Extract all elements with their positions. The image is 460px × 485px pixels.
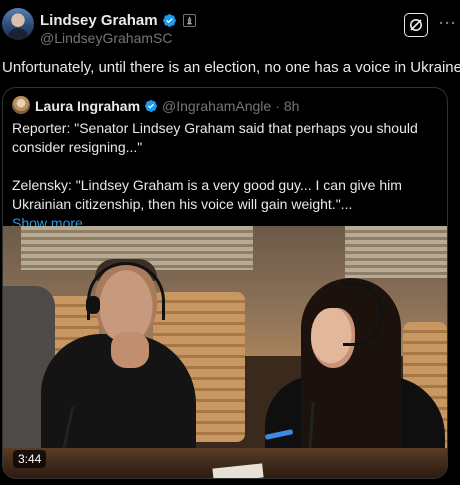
quote-header: Laura Ingraham @IngrahamAngle · 8h — [35, 97, 299, 115]
post-text: Unfortunately, until there is an electio… — [2, 59, 460, 76]
window-blind-right — [345, 226, 447, 278]
quoted-post[interactable]: Laura Ingraham @IngrahamAngle · 8h Repor… — [2, 87, 448, 479]
quote-text-line-2: Zelensky: "Lindsey Graham is a very good… — [12, 177, 402, 212]
building-icon — [186, 15, 192, 24]
author-avatar[interactable] — [2, 8, 34, 40]
quote-text: Reporter: "Senator Lindsey Graham said t… — [12, 119, 442, 233]
post: Lindsey Graham @LindseyGrahamSC ··· Unfo… — [0, 0, 460, 485]
headset-left-earcup — [86, 296, 100, 314]
more-options-button[interactable]: ··· — [439, 15, 457, 32]
video-duration: 3:44 — [13, 450, 47, 468]
verified-badge-icon — [145, 100, 158, 112]
avatar-suit — [8, 28, 28, 40]
quote-author-avatar[interactable] — [12, 96, 30, 114]
author-display-name[interactable]: Lindsey Graham — [40, 12, 158, 29]
author-name-row: Lindsey Graham — [40, 11, 196, 29]
verified-badge-icon — [162, 13, 176, 27]
quote-author-handle[interactable]: @IngrahamAngle — [162, 98, 271, 114]
person-zelensky-hand — [111, 332, 149, 368]
grok-icon — [410, 19, 422, 31]
quote-author-name[interactable]: Laura Ingraham — [35, 98, 140, 114]
quote-separator: · — [275, 98, 280, 114]
author-handle[interactable]: @LindseyGrahamSC — [40, 30, 173, 46]
grok-button[interactable] — [404, 13, 428, 37]
quote-text-spacer — [12, 157, 442, 176]
government-badge-icon — [182, 13, 196, 27]
quote-text-line-1: Reporter: "Senator Lindsey Graham said t… — [12, 120, 418, 155]
video-player[interactable]: 3:44 — [3, 226, 447, 478]
quote-timestamp[interactable]: 8h — [284, 98, 300, 114]
